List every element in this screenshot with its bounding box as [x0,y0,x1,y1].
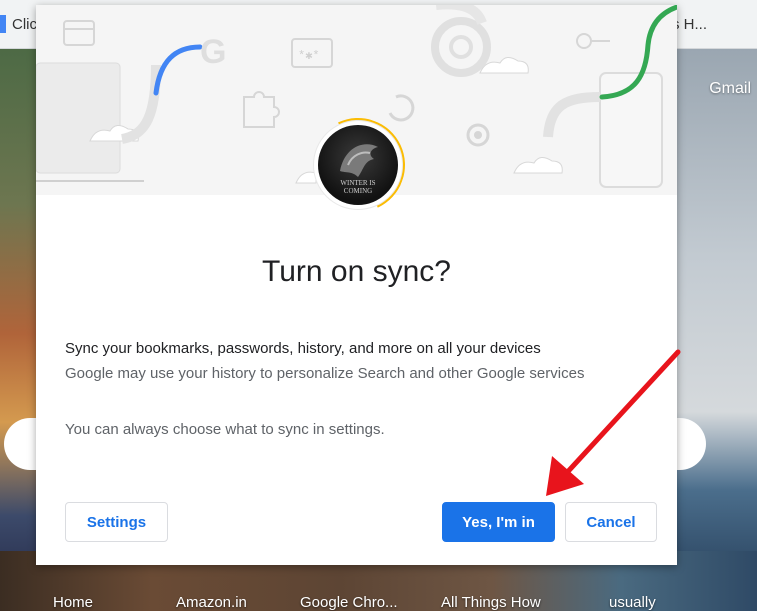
tab-left-label: Clic [12,15,37,33]
yes-im-in-button[interactable]: Yes, I'm in [442,502,555,542]
shortcut-all-things-how[interactable]: All Things How [441,594,541,611]
account-avatar: WINTER IS COMING [297,104,419,226]
sync-description: Sync your bookmarks, passwords, history,… [65,340,541,357]
shortcut-tiles: Home Amazon.in Google Chro... All Things… [0,591,757,611]
sync-dialog: G *✱* WINTER IS COMING Turn on sync? Syn… [36,5,677,565]
shortcut-home[interactable]: Home [53,594,93,611]
tab-favicon-icon [0,15,6,33]
shortcut-amazon[interactable]: Amazon.in [176,594,247,611]
shortcut-google-chrome[interactable]: Google Chro... [300,594,398,611]
settings-hint: You can always choose what to sync in se… [65,421,385,438]
shortcut-usually[interactable]: usually [609,594,656,611]
dialog-title: Turn on sync? [262,255,451,288]
tab-partial-left[interactable]: Clic [0,0,37,48]
gmail-link[interactable]: Gmail [709,80,751,98]
tab-right-label: s H... [671,15,707,33]
dialog-description: Sync your bookmarks, passwords, history,… [65,336,655,386]
tab-partial-right[interactable]: s H... [672,0,707,48]
avatar-caption: WINTER IS COMING [340,179,376,195]
personalization-notice: Google may use your history to personali… [65,365,585,382]
svg-text:*✱*: *✱* [298,49,320,63]
background-image-left [0,48,36,568]
background-image-right [677,48,757,568]
settings-button[interactable]: Settings [65,502,168,542]
avatar-image: WINTER IS COMING [318,125,398,205]
cancel-button[interactable]: Cancel [565,502,657,542]
svg-text:G: G [200,33,226,71]
